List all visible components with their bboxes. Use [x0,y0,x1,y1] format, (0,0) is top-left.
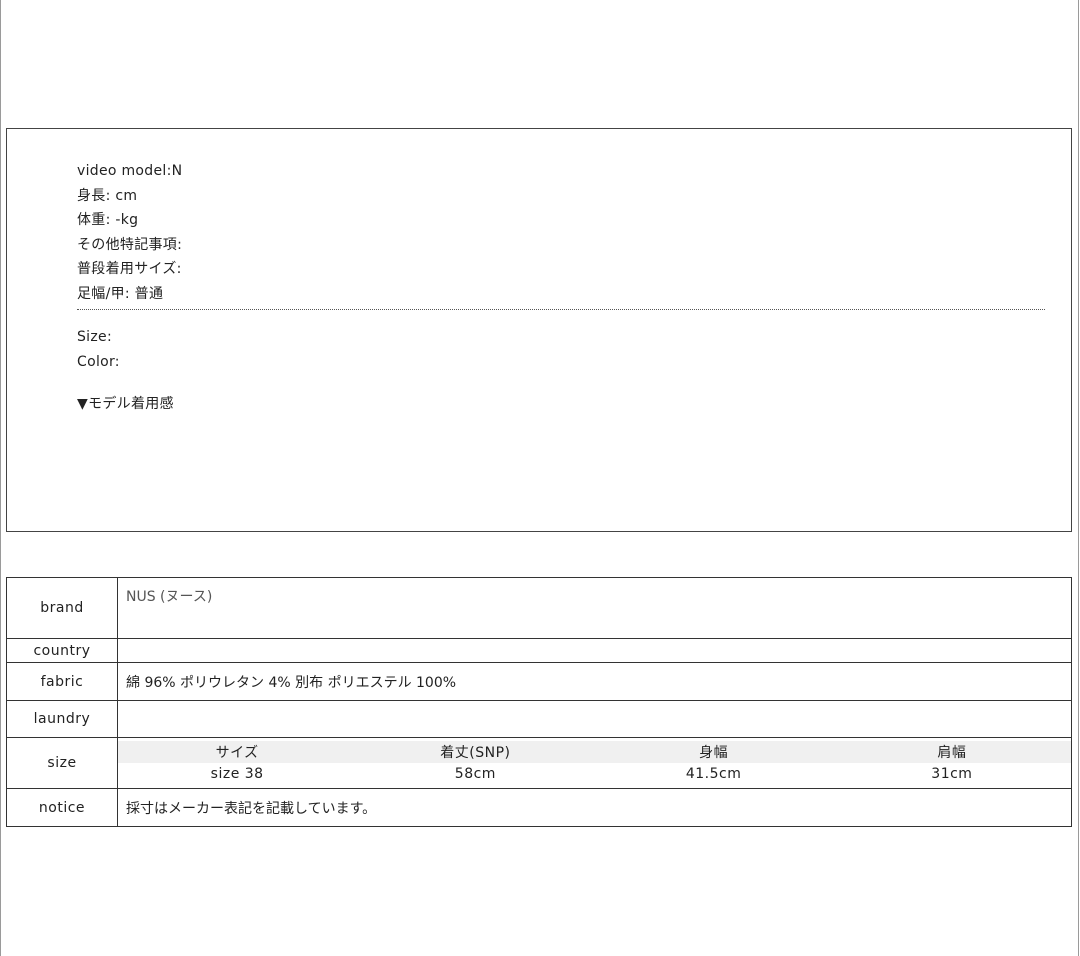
model-line-foot-width: 足幅/甲: 普通 [77,285,164,302]
model-info-box: video model:N 身長: cm 体重: -kg その他特記事項: 普段… [6,128,1072,532]
size-table-value-row: size 38 58cm 41.5cm 31cm [118,763,1071,785]
size-value-size: size 38 [210,766,264,782]
notice-value: 採寸はメーカー表記を記載しています。 [117,788,1072,827]
fabric-label: fabric [6,662,118,701]
model-line-notes: その他特記事項: [77,236,183,253]
size-value-shoulder: 31cm [931,766,973,782]
country-label: country [6,638,118,663]
model-info-lines: video model:N 身長: cm 体重: -kg その他特記事項: 普段… [77,159,182,306]
model-line-video: video model:N [77,163,183,179]
model-line-height: 身長: cm [77,187,138,204]
size-header-length: 着丈(SNP) [356,741,595,763]
brand-value: NUS (ヌース) [117,577,1072,639]
spec-row-laundry: laundry [6,700,1072,738]
laundry-value [117,700,1072,738]
spec-row-notice: notice 採寸はメーカー表記を記載しています。 [6,788,1072,827]
size-table-cell: サイズ 着丈(SNP) 身幅 肩幅 size 38 58cm 41.5cm 31… [117,737,1072,789]
fabric-value: 綿 96% ポリウレタン 4% 別布 ポリエステル 100% [117,662,1072,701]
size-label: size [6,737,118,789]
size-table-header-row: サイズ 着丈(SNP) 身幅 肩幅 [118,741,1071,763]
model-size-label: Size: [77,329,112,345]
dotted-divider [77,309,1045,310]
brand-label: brand [6,577,118,639]
spec-row-size: size サイズ 着丈(SNP) 身幅 肩幅 size 38 58cm 41.5… [6,737,1072,789]
model-fit-heading: ▼モデル着用感 [77,396,174,412]
laundry-label: laundry [6,700,118,738]
model-color-label: Color: [77,353,120,370]
page-border-right [1078,0,1079,956]
size-value-length: 58cm [454,766,496,782]
page-border-left [0,0,1,956]
size-header-width: 身幅 [594,741,833,763]
spec-row-country: country [6,638,1072,663]
notice-label: notice [6,788,118,827]
size-header-shoulder: 肩幅 [832,741,1071,763]
spec-row-brand: brand NUS (ヌース) [6,577,1072,639]
size-table: サイズ 着丈(SNP) 身幅 肩幅 size 38 58cm 41.5cm 31… [118,741,1071,785]
spec-row-fabric: fabric 綿 96% ポリウレタン 4% 別布 ポリエステル 100% [6,662,1072,701]
size-header-size: サイズ [118,741,357,763]
size-value-width: 41.5cm [685,766,742,782]
spec-table: brand NUS (ヌース) country fabric 綿 96% ポリウ… [6,577,1072,827]
model-size-color: Size: Color: [77,325,120,374]
country-value [117,638,1072,663]
model-line-usual-size: 普段着用サイズ: [77,261,182,277]
model-line-weight: 体重: -kg [77,212,139,228]
